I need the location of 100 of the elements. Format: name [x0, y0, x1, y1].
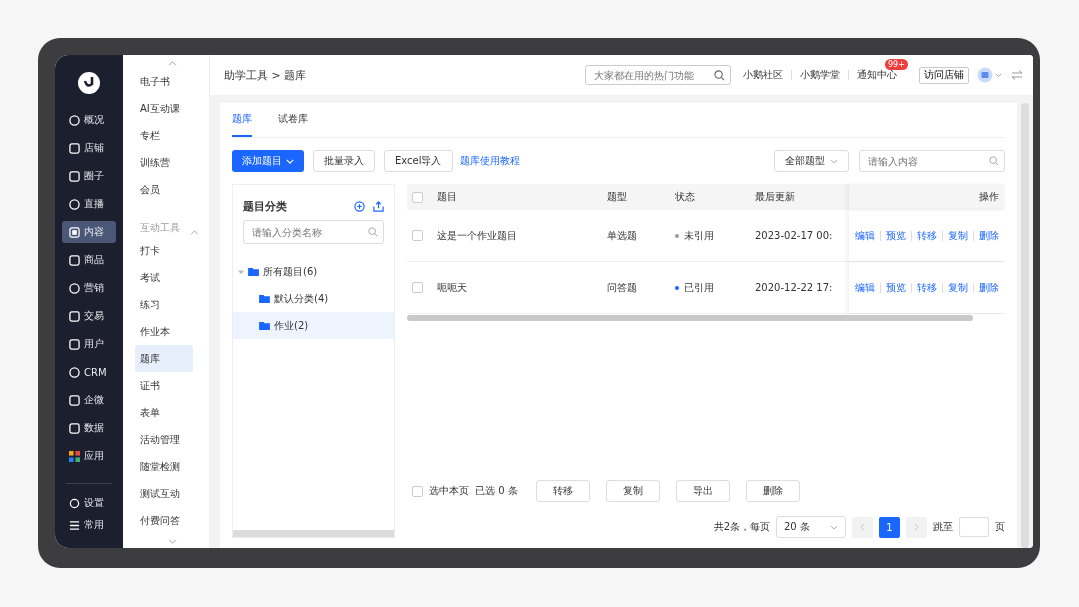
sidebar-item[interactable]: 商品 — [62, 249, 116, 271]
search-field[interactable]: 请输入内容 — [859, 150, 1005, 172]
bulk-button[interactable]: 删除 — [745, 480, 800, 502]
sidebar-item[interactable]: 店铺 — [62, 137, 116, 159]
submenu-item[interactable]: 测试互动 — [135, 480, 193, 507]
bulk-button[interactable]: 转移 — [535, 480, 590, 502]
checkbox[interactable] — [412, 230, 423, 241]
checkbox[interactable] — [412, 191, 423, 203]
action-link[interactable]: 转移 — [917, 228, 937, 243]
scrollbar[interactable] — [1021, 103, 1029, 548]
submenu-item[interactable]: 专栏 — [135, 122, 193, 149]
sidebar-item[interactable]: 数据 — [62, 417, 116, 439]
sidebar-item[interactable]: 常用 — [62, 514, 116, 536]
toolbar-button[interactable]: 批量录入 — [313, 150, 375, 172]
column-header: 状态 — [675, 190, 696, 204]
sidebar-item[interactable]: 圈子 — [62, 165, 116, 187]
search-field[interactable]: 大家都在用的热门功能 — [585, 65, 731, 85]
submenu-item[interactable]: 电子书 — [135, 68, 193, 95]
submenu-item[interactable]: 打卡 — [135, 237, 193, 264]
caret-icon — [286, 158, 294, 164]
header-link[interactable]: 小鹅学堂 — [800, 68, 840, 82]
submenu-item[interactable]: 训练营 — [135, 149, 193, 176]
caret-icon — [830, 524, 838, 530]
swap-icon[interactable] — [1011, 70, 1023, 80]
tree-item[interactable]: 默认分类(4) — [233, 285, 394, 312]
submenu-item[interactable]: 表单 — [135, 399, 193, 426]
sidebar-item[interactable]: 应用 — [62, 445, 116, 467]
panel-title: 题目分类 — [243, 199, 287, 214]
action-link[interactable]: 预览 — [886, 280, 906, 295]
tree-item[interactable]: 所有题目(6) — [233, 258, 394, 285]
sidebar-item[interactable]: 设置 — [62, 492, 116, 514]
header-link[interactable]: 通知中心 — [857, 68, 897, 82]
sidebar-item[interactable]: 直播 — [62, 193, 116, 215]
action-link[interactable]: 复制 — [948, 280, 968, 295]
action-link[interactable]: 复制 — [948, 228, 968, 243]
scroll-up-icon[interactable] — [167, 61, 177, 66]
submenu-item[interactable]: 作业本 — [135, 318, 193, 345]
submenu-item[interactable]: 证书 — [135, 372, 193, 399]
header-link[interactable]: 小鹅社区 — [743, 68, 783, 82]
bulk-button[interactable]: 导出 — [675, 480, 730, 502]
scroll-down-icon[interactable] — [167, 539, 177, 544]
scrollbar[interactable] — [233, 530, 394, 537]
page-input[interactable] — [959, 517, 989, 537]
sidebar-item[interactable]: 企微 — [62, 389, 116, 411]
next-page-button[interactable] — [906, 516, 927, 538]
status-text: 已引用 — [684, 280, 714, 295]
chevron-left-icon — [860, 523, 865, 531]
sidebar-item[interactable]: 概况 — [62, 109, 116, 131]
sidebar-item[interactable]: 交易 — [62, 305, 116, 327]
action-link[interactable]: 预览 — [886, 228, 906, 243]
avatar-icon[interactable] — [977, 67, 1003, 83]
action-link[interactable]: 编辑 — [855, 280, 875, 295]
add-icon[interactable] — [354, 201, 365, 212]
submenu-item[interactable]: 考试 — [135, 264, 193, 291]
caret-icon — [830, 158, 838, 164]
submenu-item[interactable]: AI互动课 — [135, 95, 193, 122]
logo-icon — [77, 71, 101, 95]
tab[interactable]: 题库 — [232, 103, 252, 137]
add-question-button[interactable]: 添加题目 — [232, 150, 304, 172]
folder-icon — [259, 294, 270, 303]
sidebar-item[interactable]: 内容 — [62, 221, 116, 243]
submenu-item[interactable]: 题库 — [135, 345, 193, 372]
folder-icon — [259, 321, 270, 330]
scrollbar-thumb[interactable] — [407, 315, 973, 321]
checkbox[interactable] — [412, 485, 423, 497]
page-button[interactable]: 1 — [879, 516, 900, 538]
submenu-item[interactable]: 随堂检测 — [135, 453, 193, 480]
previous-page-button[interactable] — [852, 516, 873, 538]
visit-store-button[interactable]: 访问店铺 — [919, 66, 969, 84]
tree-item[interactable]: 作业(2) — [233, 312, 394, 339]
column-header: 题型 — [607, 190, 628, 204]
table-cell-text: 2023-02-17 00: — [755, 230, 834, 241]
tab[interactable]: 试卷库 — [278, 103, 308, 137]
toolbar-button[interactable]: Excel导入 — [384, 150, 453, 172]
submenu-item[interactable]: 付费问答 — [135, 507, 193, 534]
page-size-dropdown[interactable]: 20 条 — [776, 516, 846, 538]
submenu-item[interactable]: 练习 — [135, 291, 193, 318]
search-field[interactable]: 请输入分类名称 — [243, 220, 384, 244]
action-link[interactable]: 删除 — [979, 228, 999, 243]
sidebar-item[interactable]: CRM — [62, 361, 116, 383]
checkbox-label: 选中本页 — [429, 484, 469, 498]
table-cell-text: 这是一个作业题目 — [437, 228, 518, 243]
checkbox[interactable] — [412, 282, 423, 293]
column-header: 操作 — [849, 184, 1005, 210]
action-link[interactable]: 编辑 — [855, 228, 875, 243]
settings-icon — [69, 497, 80, 509]
upload-icon[interactable] — [373, 201, 384, 212]
type-dropdown[interactable]: 全部题型 — [774, 150, 849, 172]
sidebar-item[interactable]: 营销 — [62, 277, 116, 299]
action-link[interactable]: 删除 — [979, 280, 999, 295]
caret-icon[interactable] — [190, 230, 199, 235]
submenu-item[interactable]: 会员 — [135, 176, 193, 203]
search-icon[interactable] — [714, 69, 725, 81]
tutorial-link[interactable]: 题库使用教程 — [459, 154, 520, 168]
action-link[interactable]: 转移 — [917, 280, 937, 295]
jump-label: 跳至 — [933, 520, 953, 534]
bulk-button[interactable]: 复制 — [605, 480, 660, 502]
column-header: 题目 — [437, 190, 458, 204]
submenu-item[interactable]: 活动管理 — [135, 426, 193, 453]
sidebar-item[interactable]: 用户 — [62, 333, 116, 355]
